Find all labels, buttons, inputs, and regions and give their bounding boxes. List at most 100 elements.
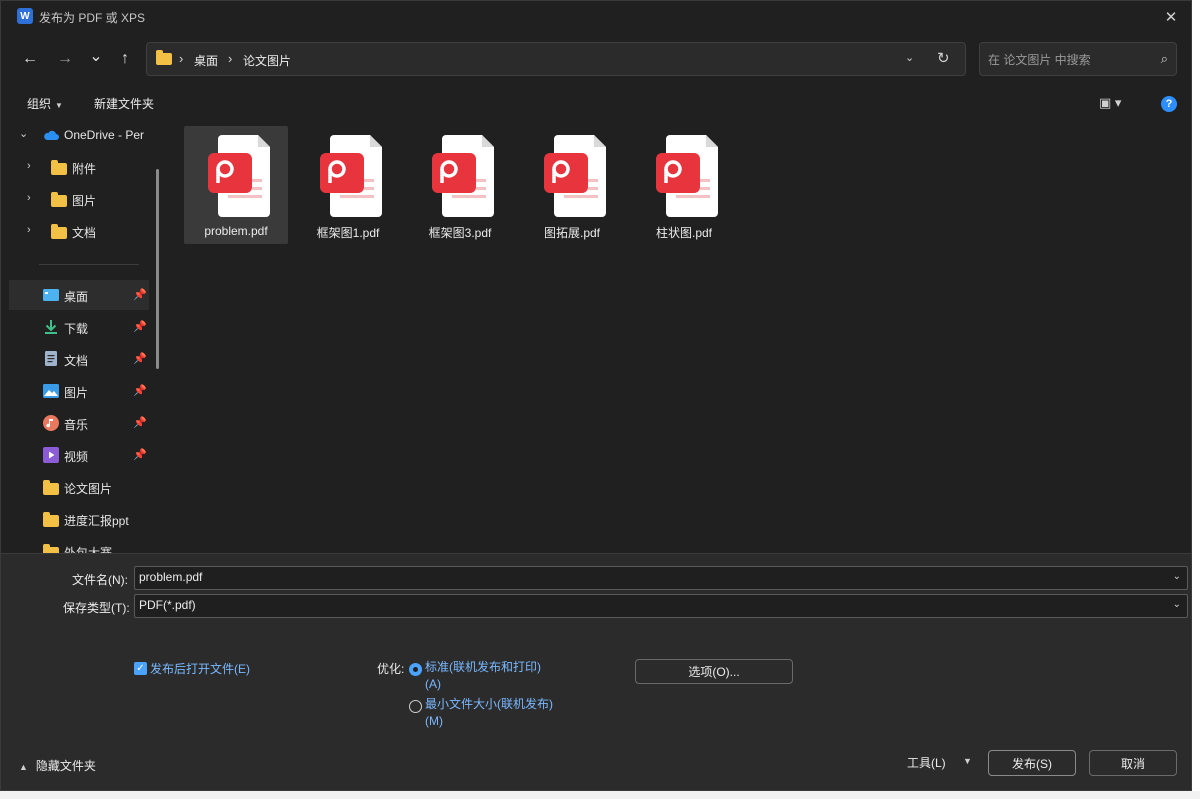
document-icon [45, 351, 57, 369]
refresh-icon[interactable]: ↻ [937, 49, 950, 67]
sidebar-item-onedrive[interactable]: ⌄ OneDrive - Per [9, 120, 149, 150]
chevron-right-icon[interactable]: › [27, 192, 31, 204]
hide-folders-toggle[interactable]: ▲ 隐藏文件夹 [19, 757, 96, 774]
optimize-label: 优化: [377, 662, 405, 676]
sidebar-item-pictures-folder[interactable]: › 图片 [9, 184, 149, 214]
pdf-file-icon [432, 135, 494, 217]
checkmark-icon: ✓ [136, 663, 145, 674]
file-item[interactable]: 柱状图.pdf [632, 126, 736, 244]
cancel-button[interactable]: 取消 [1089, 750, 1177, 776]
recent-locations-button[interactable]: ⌄ [82, 42, 110, 70]
organize-menu[interactable]: 组织 ▼ [27, 95, 63, 112]
file-name: 框架图3.pdf [428, 226, 492, 240]
new-folder-button[interactable]: 新建文件夹 [94, 95, 154, 112]
address-dropdown-icon[interactable]: ⌄ [905, 51, 914, 64]
breadcrumb-desktop[interactable]: 桌面 [194, 52, 218, 69]
sidebar-item-label: 图片 [72, 194, 97, 208]
sidebar-item-label: 文档 [64, 354, 89, 368]
radio-minimum-size-label[interactable]: 最小文件大小(联机发布)(M) [425, 696, 555, 730]
open-after-publish-checkbox[interactable]: ✓ [134, 662, 147, 675]
pin-icon[interactable]: 📌 [133, 448, 147, 461]
pin-icon[interactable]: 📌 [133, 320, 147, 333]
open-after-publish-label[interactable]: 发布后打开文件(E) [150, 660, 250, 677]
address-bar[interactable]: › 桌面 › 论文图片 ⌄ ↻ [146, 42, 966, 76]
file-item[interactable]: 框架图3.pdf [408, 126, 512, 244]
chevron-down-icon: ⌄ [89, 48, 103, 65]
window-title: 发布为 PDF 或 XPS [39, 11, 146, 25]
pin-icon[interactable]: 📌 [133, 288, 147, 301]
file-name: 图拓展.pdf [543, 226, 601, 240]
view-layout-icon: ▣ ▾ [1099, 95, 1122, 110]
sidebar-item-paper-images[interactable]: 论文图片 [9, 472, 149, 502]
sidebar-item-pictures[interactable]: 图片 📌 [9, 376, 149, 406]
view-options-button[interactable]: ▣ ▾ [1099, 95, 1121, 111]
file-item[interactable]: 图拓展.pdf [520, 126, 624, 244]
pin-icon[interactable]: 📌 [133, 384, 147, 397]
breadcrumb-paper-images[interactable]: 论文图片 [243, 52, 291, 69]
download-icon [43, 319, 59, 338]
hide-folders-label: 隐藏文件夹 [35, 759, 96, 773]
sidebar-item-documents[interactable]: 文档 📌 [9, 344, 149, 374]
filename-value: problem.pdf [139, 570, 203, 584]
word-app-icon: W [17, 8, 33, 24]
chevron-down-icon[interactable]: ⌄ [19, 127, 28, 140]
sidebar-item-label: 视频 [64, 450, 89, 464]
pin-icon[interactable]: 📌 [133, 352, 147, 365]
sidebar-item-label: 音乐 [64, 418, 89, 432]
close-button[interactable]: ✕ [1151, 1, 1191, 33]
sidebar-item-documents-folder[interactable]: › 文档 [9, 216, 149, 246]
radio-minimum-size[interactable] [409, 700, 422, 713]
filename-label: 文件名(N): [72, 573, 128, 587]
chevron-right-icon[interactable]: › [27, 224, 31, 236]
filetype-select[interactable]: PDF(*.pdf) ⌄ [134, 594, 1188, 618]
forward-button[interactable]: → [51, 45, 79, 73]
pin-icon[interactable]: 📌 [133, 416, 147, 429]
help-button[interactable]: ? [1161, 96, 1177, 112]
breadcrumb-separator: › [179, 51, 184, 66]
caret-down-icon[interactable]: ▼ [963, 756, 972, 766]
sidebar-item-outsourcing-contest[interactable]: 外包大赛 [9, 536, 149, 553]
options-button[interactable]: 选项(O)... [635, 659, 793, 684]
forward-arrow-icon: → [57, 50, 73, 67]
pdf-file-icon [208, 135, 270, 217]
chevron-right-icon[interactable]: › [27, 160, 31, 172]
sidebar-item-videos[interactable]: 视频 📌 [9, 440, 149, 470]
file-name: problem.pdf [204, 224, 268, 238]
sidebar-item-label: 图片 [64, 386, 89, 400]
help-icon: ? [1165, 98, 1173, 110]
picture-icon [43, 384, 59, 401]
filename-input[interactable]: problem.pdf ⌄ [134, 566, 1188, 590]
search-input[interactable] [988, 51, 1148, 69]
sidebar-item-progress-ppt[interactable]: 进度汇报ppt [9, 504, 149, 534]
sidebar-scrollbar[interactable] [156, 169, 159, 369]
file-item[interactable]: problem.pdf [184, 126, 288, 244]
chevron-up-icon: ▲ [19, 762, 28, 772]
sidebar-item-label: 进度汇报ppt [64, 514, 129, 528]
save-options-panel: 文件名(N): problem.pdf ⌄ 保存类型(T): PDF(*.pdf… [1, 553, 1191, 790]
radio-standard-label[interactable]: 标准(联机发布和打印)(A) [425, 659, 555, 693]
sidebar-item-downloads[interactable]: 下载 📌 [9, 312, 149, 342]
sidebar-item-label: 文档 [72, 226, 97, 240]
up-button[interactable]: ↑ [111, 45, 139, 73]
sidebar-item-label: 桌面 [64, 290, 89, 304]
folder-icon [43, 512, 59, 527]
chevron-down-icon[interactable]: ⌄ [1173, 599, 1181, 610]
pdf-file-icon [320, 135, 382, 217]
desktop-icon [43, 289, 59, 304]
file-item[interactable]: 框架图1.pdf [296, 126, 400, 244]
close-icon: ✕ [1164, 9, 1178, 26]
sidebar-item-attachments[interactable]: › 附件 [9, 152, 149, 182]
search-box[interactable]: ⌕ [979, 42, 1177, 76]
tools-menu[interactable]: 工具(L) [907, 754, 946, 771]
chevron-down-icon[interactable]: ⌄ [1173, 571, 1181, 582]
background-window-edge [1192, 0, 1200, 799]
navigation-pane: ⌄ OneDrive - Per › 附件 › 图片 › 文档 桌面 📌 下载 … [9, 119, 159, 553]
radio-standard[interactable] [409, 663, 422, 676]
publish-button[interactable]: 发布(S) [988, 750, 1076, 776]
back-button[interactable]: ← [16, 45, 44, 73]
file-list: problem.pdf 框架图1.pdf 框架图3.pdf 图拓展.pdf 柱状… [167, 119, 1191, 553]
sidebar-item-music[interactable]: 音乐 📌 [9, 408, 149, 438]
sidebar-item-desktop[interactable]: 桌面 📌 [9, 280, 149, 310]
folder-icon [51, 224, 67, 239]
filetype-value: PDF(*.pdf) [139, 598, 196, 612]
